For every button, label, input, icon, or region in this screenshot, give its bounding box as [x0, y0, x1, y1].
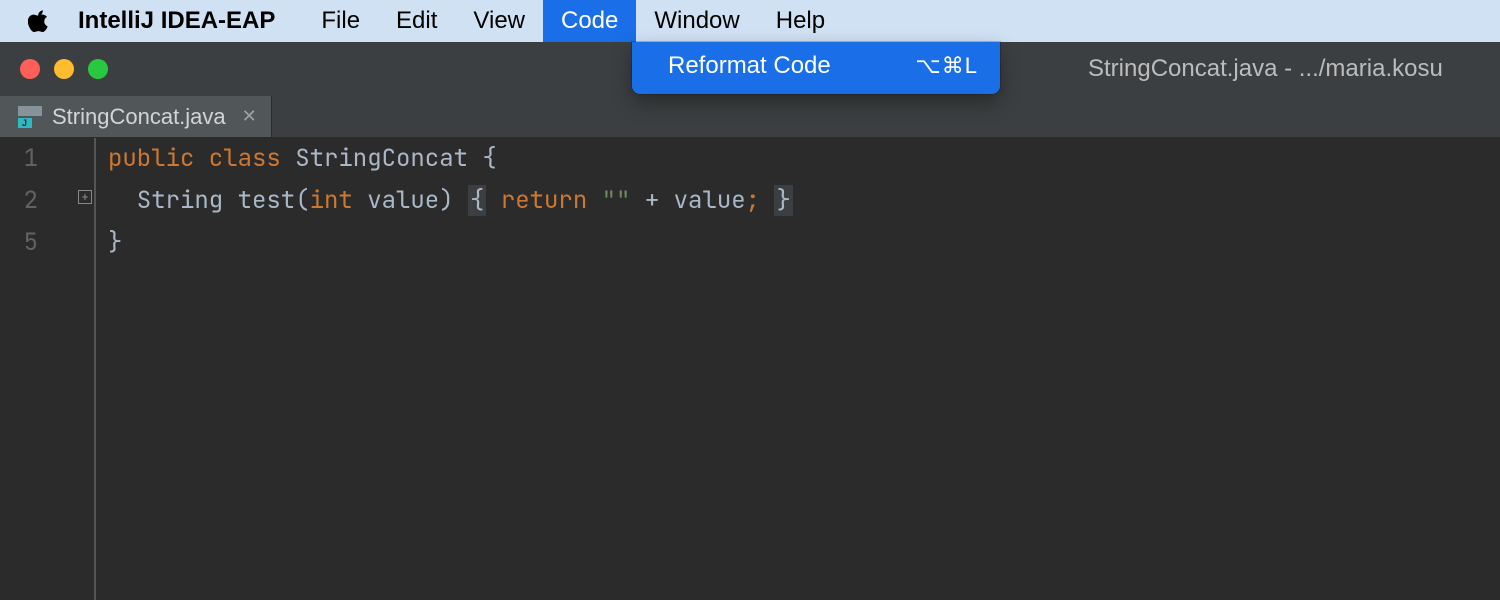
menu-view[interactable]: View [455, 0, 543, 42]
menu-item-reformat-code[interactable]: Reformat Code ⌥⌘L [632, 48, 1000, 84]
code-line: String test(int value) { return "" + val… [108, 180, 793, 222]
line-number-gutter: 125 + [0, 138, 96, 600]
java-file-icon: J [18, 106, 42, 128]
menu-window[interactable]: Window [636, 0, 757, 42]
window-controls [0, 59, 128, 79]
menu-code[interactable]: Code [543, 0, 636, 42]
line-number: 5 [0, 222, 84, 264]
line-number: 1 [0, 138, 84, 180]
window-title: StringConcat.java - .../maria.kosu [1088, 55, 1443, 83]
close-window-button[interactable] [20, 59, 40, 79]
menu-file[interactable]: File [303, 0, 378, 42]
svg-text:J: J [22, 118, 27, 128]
line-number: 2 [0, 180, 84, 222]
dropdown-item-shortcut: ⌥⌘L [915, 53, 978, 79]
minimize-window-button[interactable] [54, 59, 74, 79]
code-line: } [108, 222, 793, 264]
fold-icon[interactable]: + [78, 190, 92, 204]
close-tab-icon[interactable]: ✕ [242, 106, 257, 127]
macos-menubar: IntelliJ IDEA-EAP FileEditViewCodeWindow… [0, 0, 1500, 42]
app-name: IntelliJ IDEA-EAP [78, 7, 275, 35]
code-editor[interactable]: 125 + public class StringConcat { String… [0, 138, 1500, 600]
editor-tab[interactable]: J StringConcat.java ✕ [0, 96, 272, 137]
tab-filename: StringConcat.java [52, 104, 226, 130]
code-line: public class StringConcat { [108, 138, 793, 180]
code-menu-dropdown: Reformat Code ⌥⌘L [632, 42, 1000, 94]
editor-tabbar: J StringConcat.java ✕ [0, 96, 1500, 138]
menu-help[interactable]: Help [758, 0, 843, 42]
apple-logo-icon[interactable] [28, 8, 50, 34]
dropdown-item-label: Reformat Code [668, 52, 831, 80]
zoom-window-button[interactable] [88, 59, 108, 79]
menu-edit[interactable]: Edit [378, 0, 455, 42]
code-area[interactable]: public class StringConcat { String test(… [96, 138, 805, 600]
